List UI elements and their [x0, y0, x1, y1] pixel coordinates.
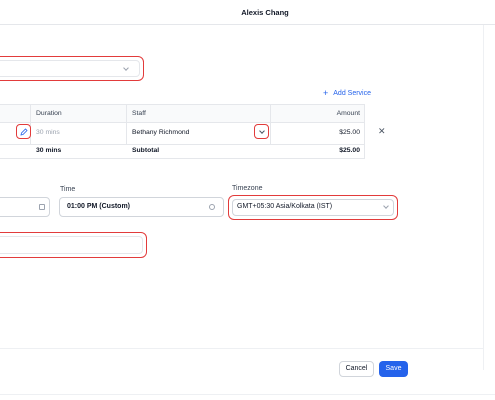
save-button[interactable]: Save — [379, 361, 408, 377]
column-duration: Duration — [36, 110, 62, 117]
column-divider — [270, 105, 271, 145]
cancel-button[interactable]: Cancel — [339, 361, 374, 377]
add-service-label: Add Service — [333, 90, 372, 97]
right-divider — [483, 25, 484, 370]
table-row: 30 mins Bethany Richmond $25.00 — [0, 123, 364, 145]
top-select-field[interactable] — [0, 60, 140, 77]
summary-duration: 30 mins — [36, 147, 62, 154]
calendar-icon — [39, 204, 45, 210]
bottom-divider — [0, 394, 495, 395]
table-header: Duration Staff Amount — [0, 105, 364, 123]
footer-divider — [0, 348, 483, 349]
time-value: 01:00 PM (Custom) — [67, 203, 131, 210]
add-service-button[interactable]: + Add Service — [323, 88, 372, 98]
top-select-dropdown[interactable] — [0, 56, 144, 81]
subtotal-amount: $25.00 — [339, 147, 360, 154]
column-divider — [126, 105, 127, 145]
clock-icon — [209, 204, 215, 210]
plus-icon: + — [323, 88, 329, 98]
column-staff: Staff — [132, 110, 146, 117]
chevron-down-icon — [258, 127, 265, 134]
notes-input[interactable] — [0, 232, 147, 258]
remove-service-icon[interactable]: ✕ — [378, 126, 386, 137]
notes-field[interactable] — [0, 236, 143, 254]
row-staff[interactable]: Bethany Richmond — [132, 129, 189, 136]
pencil-icon — [19, 127, 28, 136]
services-table: Duration Staff Amount 30 mins Bethany Ri… — [0, 104, 365, 159]
row-duration: 30 mins — [36, 129, 60, 136]
staff-dropdown-button[interactable] — [254, 124, 269, 139]
time-label: Time — [60, 186, 76, 193]
column-amount: Amount — [336, 110, 360, 117]
page-title: Alexis Chang — [241, 8, 289, 17]
modal-header: Alexis Chang — [0, 0, 495, 25]
timezone-label: Timezone — [232, 185, 263, 192]
timezone-value: GMT+05:30 Asia/Kolkata (IST) — [237, 203, 333, 210]
edit-service-button[interactable] — [16, 124, 31, 139]
subtotal-label: Subtotal — [132, 147, 160, 154]
row-amount: $25.00 — [339, 129, 360, 136]
